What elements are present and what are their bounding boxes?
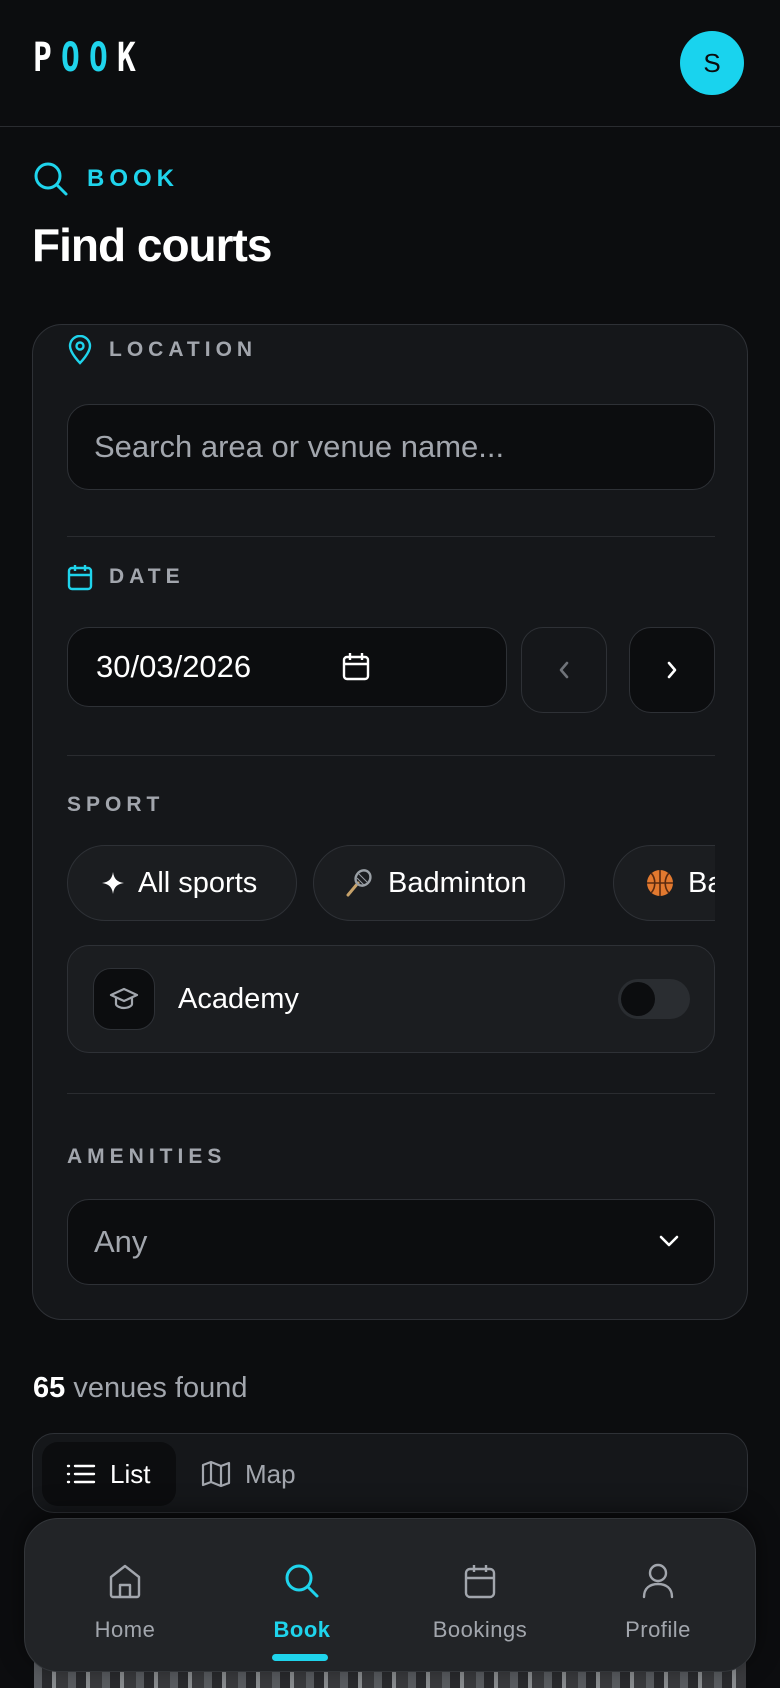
venue-count: 65 venues found	[33, 1372, 247, 1405]
amenities-label-row: AMENITIES	[67, 1145, 226, 1169]
search-icon	[285, 1564, 319, 1598]
avatar[interactable]: S	[680, 31, 744, 95]
sport-label-row: SPORT	[67, 793, 164, 817]
eyebrow-label: BOOK	[87, 165, 179, 192]
location-placeholder: Search area or venue name...	[94, 429, 505, 464]
sport-label: SPORT	[67, 793, 165, 816]
location-label: LOCATION	[109, 338, 258, 361]
next-day-button[interactable]	[629, 627, 715, 713]
chip-label: All sports	[138, 866, 258, 899]
active-tab-indicator	[272, 1654, 328, 1661]
graduation-cap-icon	[109, 987, 139, 1010]
tab-label: Book	[273, 1617, 331, 1642]
venue-count-suffix: venues found	[73, 1372, 248, 1404]
home-icon	[109, 1564, 141, 1599]
logo-letter: O	[89, 35, 108, 81]
academy-toggle-row[interactable]: Academy	[67, 945, 715, 1053]
academy-icon-box	[93, 968, 155, 1030]
tab-home[interactable]: Home	[45, 1519, 205, 1673]
chevron-left-icon	[559, 661, 569, 679]
chip-label: Badminton	[388, 866, 527, 899]
basketball-icon	[647, 870, 673, 896]
user-icon	[642, 1563, 674, 1599]
previous-day-button[interactable]	[521, 627, 607, 713]
top-bar: P O O K S	[0, 0, 780, 127]
sport-chip-list: All sports Badminton Basketball	[67, 845, 715, 921]
chip-label: Basketball	[688, 866, 715, 899]
logo-letter: O	[61, 35, 80, 81]
chip-badminton[interactable]: Badminton	[313, 845, 565, 921]
date-label-row: DATE	[67, 563, 185, 591]
map-pin-icon	[68, 335, 92, 365]
chip-all-sports[interactable]: All sports	[67, 845, 297, 921]
tab-label: Bookings	[432, 1617, 528, 1642]
sparkle-icon	[102, 872, 124, 894]
amenities-select[interactable]: Any	[67, 1199, 715, 1285]
date-input[interactable]: 30/03/2026	[67, 627, 507, 707]
section-eyebrow: BOOK	[33, 161, 179, 197]
page-title: Find courts	[32, 219, 272, 271]
map-icon	[201, 1460, 231, 1488]
tab-book[interactable]: Book	[222, 1519, 382, 1673]
badminton-icon	[346, 869, 372, 897]
search-icon	[34, 162, 68, 196]
chevron-right-icon	[667, 661, 677, 679]
logo-letter: P	[33, 35, 52, 81]
academy-switch[interactable]	[618, 979, 690, 1019]
academy-label: Academy	[178, 982, 299, 1015]
tab-profile[interactable]: Profile	[578, 1519, 738, 1673]
calendar-icon	[67, 565, 93, 591]
filter-card: LOCATION Search area or venue name... DA…	[32, 324, 748, 1320]
logo-letter: K	[117, 35, 136, 81]
map-view-label: Map	[245, 1458, 296, 1489]
app-logo[interactable]: P O O K	[33, 38, 138, 78]
list-view-tab[interactable]: List	[42, 1442, 176, 1506]
date-value: 30/03/2026	[96, 649, 252, 684]
divider	[67, 1093, 715, 1094]
map-view-tab[interactable]: Map	[201, 1442, 296, 1506]
amenities-value: Any	[94, 1224, 148, 1259]
list-icon	[66, 1464, 96, 1484]
calendar-icon	[464, 1565, 496, 1599]
tab-label: Profile	[625, 1617, 691, 1642]
bottom-tab-bar: Home Book Bookings Profile	[24, 1518, 756, 1672]
view-switch: List Map	[32, 1433, 748, 1513]
date-label: DATE	[109, 565, 185, 588]
tab-label: Home	[94, 1617, 156, 1642]
location-search-input[interactable]: Search area or venue name...	[67, 404, 715, 490]
location-label-row: LOCATION	[67, 335, 257, 365]
tab-bookings[interactable]: Bookings	[400, 1519, 560, 1673]
list-view-label: List	[110, 1458, 151, 1489]
chevron-down-icon	[659, 1235, 679, 1247]
calendar-picker-icon[interactable]	[342, 652, 370, 682]
divider	[67, 755, 715, 756]
chip-basketball[interactable]: Basketball	[613, 845, 715, 921]
divider	[67, 536, 715, 537]
venue-count-number: 65	[33, 1372, 66, 1404]
switch-knob	[621, 982, 655, 1016]
amenities-label: AMENITIES	[67, 1145, 227, 1168]
